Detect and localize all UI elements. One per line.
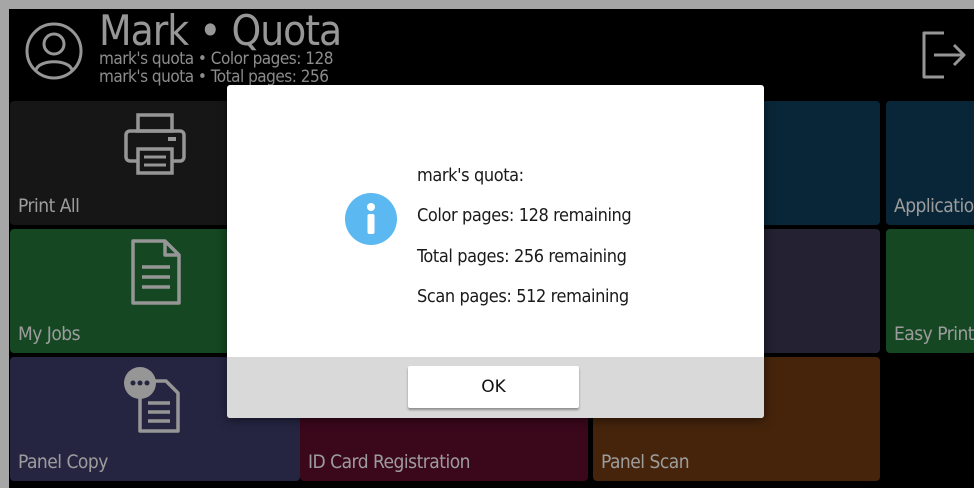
dialog-title: mark's quota: bbox=[417, 165, 524, 186]
scan-pages-remaining: Scan pages: 512 remaining bbox=[417, 286, 629, 307]
total-pages-remaining: Total pages: 256 remaining bbox=[417, 246, 627, 267]
info-icon bbox=[345, 193, 397, 245]
quota-dialog: mark's quota: Color pages: 128 remaining… bbox=[227, 85, 764, 418]
dialog-footer: OK bbox=[227, 357, 764, 418]
color-pages-remaining: Color pages: 128 remaining bbox=[417, 205, 632, 226]
ok-button[interactable]: OK bbox=[408, 366, 579, 408]
